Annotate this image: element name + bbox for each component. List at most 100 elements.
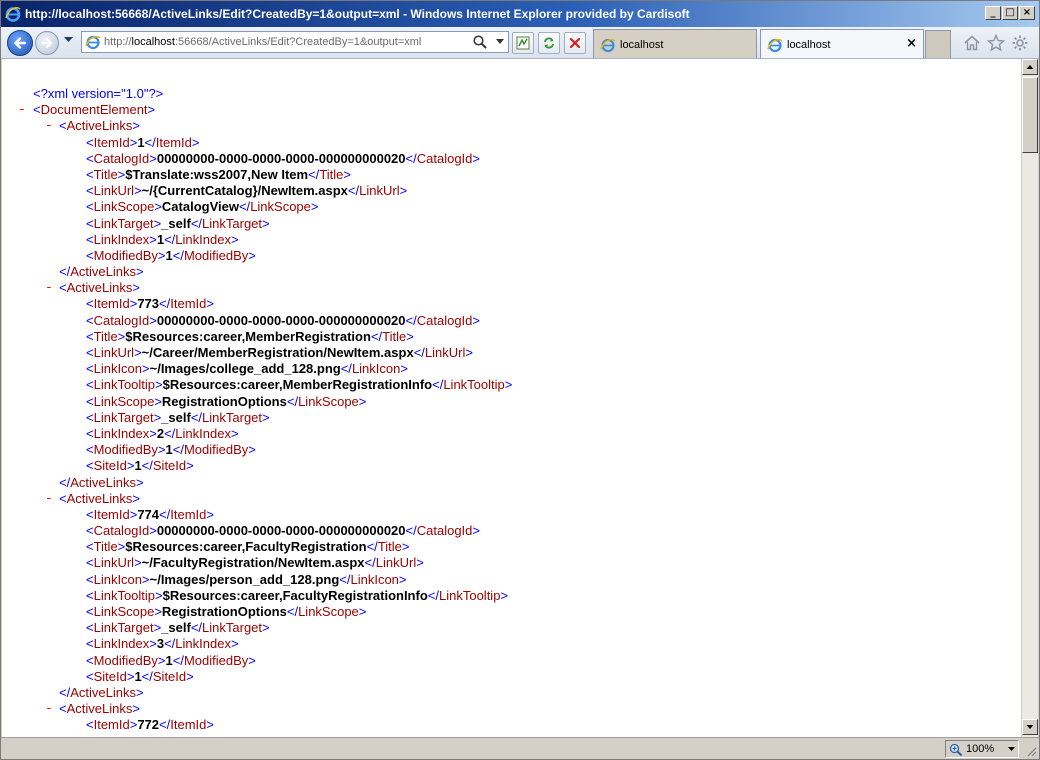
xml-line: </ActiveLinks> — [2, 264, 1021, 280]
xml-markup: </ — [59, 684, 71, 700]
xml-markup: </ — [190, 215, 203, 231]
compatibility-view-button[interactable] — [512, 32, 534, 54]
xml-markup: < — [86, 458, 94, 474]
address-dropdown-icon[interactable] — [496, 39, 504, 44]
xml-node-text: <LinkTooltip>$Resources:career,FacultyRe… — [86, 588, 508, 604]
collapse-toggle[interactable]: - — [45, 118, 53, 133]
tab-localhost-1[interactable]: localhost — [593, 29, 757, 58]
xml-markup: < — [86, 442, 94, 458]
xml-value: ~/Images/person_add_128.png — [149, 571, 340, 587]
new-tab-button[interactable] — [925, 30, 951, 58]
browser-window: http://localhost:56668/ActiveLinks/Edit?… — [0, 0, 1040, 760]
xml-line: - <DocumentElement> — [2, 102, 1021, 118]
close-window-button[interactable]: × — [1019, 6, 1035, 20]
home-icon[interactable] — [963, 34, 981, 52]
resize-grip-icon[interactable] — [1025, 745, 1037, 757]
zoom-magnifier-icon — [949, 743, 963, 757]
xml-markup: < — [86, 296, 94, 312]
xml-tag-name: SiteId — [93, 458, 127, 474]
title-bar[interactable]: http://localhost:56668/ActiveLinks/Edit?… — [1, 1, 1039, 27]
address-input[interactable]: http://localhost:56668/ActiveLinks/Edit?… — [104, 36, 421, 48]
xml-markup: < — [33, 102, 41, 118]
xml-markup: > — [132, 701, 140, 717]
xml-markup: > — [134, 345, 142, 360]
xml-line: <SiteId>1</SiteId> — [2, 669, 1021, 685]
xml-line: <LinkIndex>2</LinkIndex> — [2, 426, 1021, 442]
xml-tag-name: DocumentElement — [40, 102, 148, 118]
xml-markup: </ — [141, 668, 153, 684]
stop-button[interactable] — [564, 32, 586, 54]
xml-line: <LinkIcon>~/Images/college_add_128.png</… — [2, 361, 1021, 377]
minimize-button[interactable]: _ — [985, 6, 1001, 20]
xml-tag-name: LinkIcon — [351, 361, 401, 377]
xml-tag-name: LinkIndex — [93, 636, 150, 652]
xml-markup: < — [86, 409, 94, 425]
xml-markup: <?xml version="1.0"?> — [33, 86, 164, 101]
scroll-up-button[interactable] — [1022, 59, 1038, 75]
xml-markup: > — [343, 166, 351, 182]
scroll-down-button[interactable] — [1022, 719, 1038, 735]
search-icon[interactable] — [472, 34, 488, 50]
xml-markup: > — [416, 555, 424, 571]
xml-markup: < — [86, 668, 94, 684]
xml-tag-name: LinkScope — [93, 604, 155, 619]
xml-markup: </ — [59, 474, 71, 490]
xml-node-text: <LinkUrl>~/Career/MemberRegistration/New… — [86, 345, 473, 361]
xml-value: $Translate:wss2007,New Item — [125, 166, 309, 182]
collapse-toggle[interactable]: - — [45, 280, 53, 295]
xml-markup: </ — [164, 231, 176, 247]
xml-tag-name: Title — [382, 328, 407, 344]
xml-markup: </ — [172, 652, 184, 668]
vertical-scrollbar[interactable] — [1021, 59, 1038, 737]
xml-markup: > — [206, 717, 214, 733]
xml-markup: </ — [159, 717, 171, 733]
collapse-toggle[interactable]: - — [45, 491, 53, 506]
close-tab-button[interactable]: × — [906, 36, 917, 51]
xml-tag-name: ActiveLinks — [70, 264, 136, 280]
xml-markup: </ — [159, 296, 171, 312]
xml-document-view[interactable]: <?xml version="1.0"?> - <DocumentElement> -… — [2, 59, 1021, 737]
xml-line: <LinkUrl>~/Career/MemberRegistration/New… — [2, 345, 1021, 361]
tools-gear-icon[interactable] — [1011, 34, 1029, 52]
xml-line: - <ActiveLinks> — [2, 701, 1021, 717]
xml-markup: > — [399, 183, 408, 199]
collapse-toggle[interactable]: - — [18, 102, 26, 117]
xml-value: 1 — [137, 134, 145, 150]
favorites-star-icon[interactable] — [987, 34, 1005, 52]
xml-tag-name: LinkScope — [93, 199, 155, 215]
zoom-control[interactable]: 100% — [945, 740, 1019, 758]
xml-markup: </ — [190, 620, 203, 636]
xml-node-text: </ActiveLinks> — [59, 685, 144, 701]
xml-tag-name: LinkTarget — [93, 215, 154, 231]
xml-markup: </ — [190, 409, 203, 425]
refresh-button[interactable] — [538, 32, 560, 54]
xml-markup: > — [186, 458, 194, 474]
scroll-thumb[interactable] — [1022, 77, 1038, 153]
xml-markup: > — [248, 652, 256, 668]
arrow-down-icon — [1026, 725, 1034, 729]
xml-markup: > — [135, 264, 144, 280]
xml-markup: < — [86, 231, 94, 247]
tab-localhost-2[interactable]: localhost × — [760, 29, 924, 58]
xml-markup: > — [472, 312, 480, 328]
xml-node-text: <LinkScope>RegistrationOptions</LinkScop… — [86, 604, 366, 620]
xml-node-text: <LinkScope>CatalogView</LinkScope> — [86, 199, 319, 215]
forward-button[interactable] — [35, 31, 59, 55]
xml-markup: > — [135, 684, 144, 700]
xml-value: 1 — [165, 652, 173, 668]
xml-tag-name: LinkScope — [298, 393, 359, 409]
recent-pages-dropdown-icon[interactable] — [64, 37, 73, 43]
xml-markup: > — [155, 587, 163, 603]
xml-node-text: <LinkUrl>~/FacultyRegistration/NewItem.a… — [86, 555, 424, 571]
maximize-button[interactable]: □ — [1002, 6, 1018, 20]
xml-value: 1 — [134, 668, 142, 684]
xml-tag-name: CatalogId — [416, 312, 473, 328]
address-bar[interactable]: http://localhost:56668/ActiveLinks/Edit?… — [81, 31, 509, 53]
xml-tag-name: LinkUrl — [93, 345, 135, 360]
xml-markup: > — [186, 668, 194, 684]
zoom-level: 100% — [966, 743, 995, 755]
collapse-toggle[interactable]: - — [45, 701, 53, 716]
xml-tag-name: ActiveLinks — [70, 684, 136, 700]
back-button[interactable] — [7, 30, 33, 56]
xml-tag-name: ModifiedBy — [93, 247, 158, 263]
